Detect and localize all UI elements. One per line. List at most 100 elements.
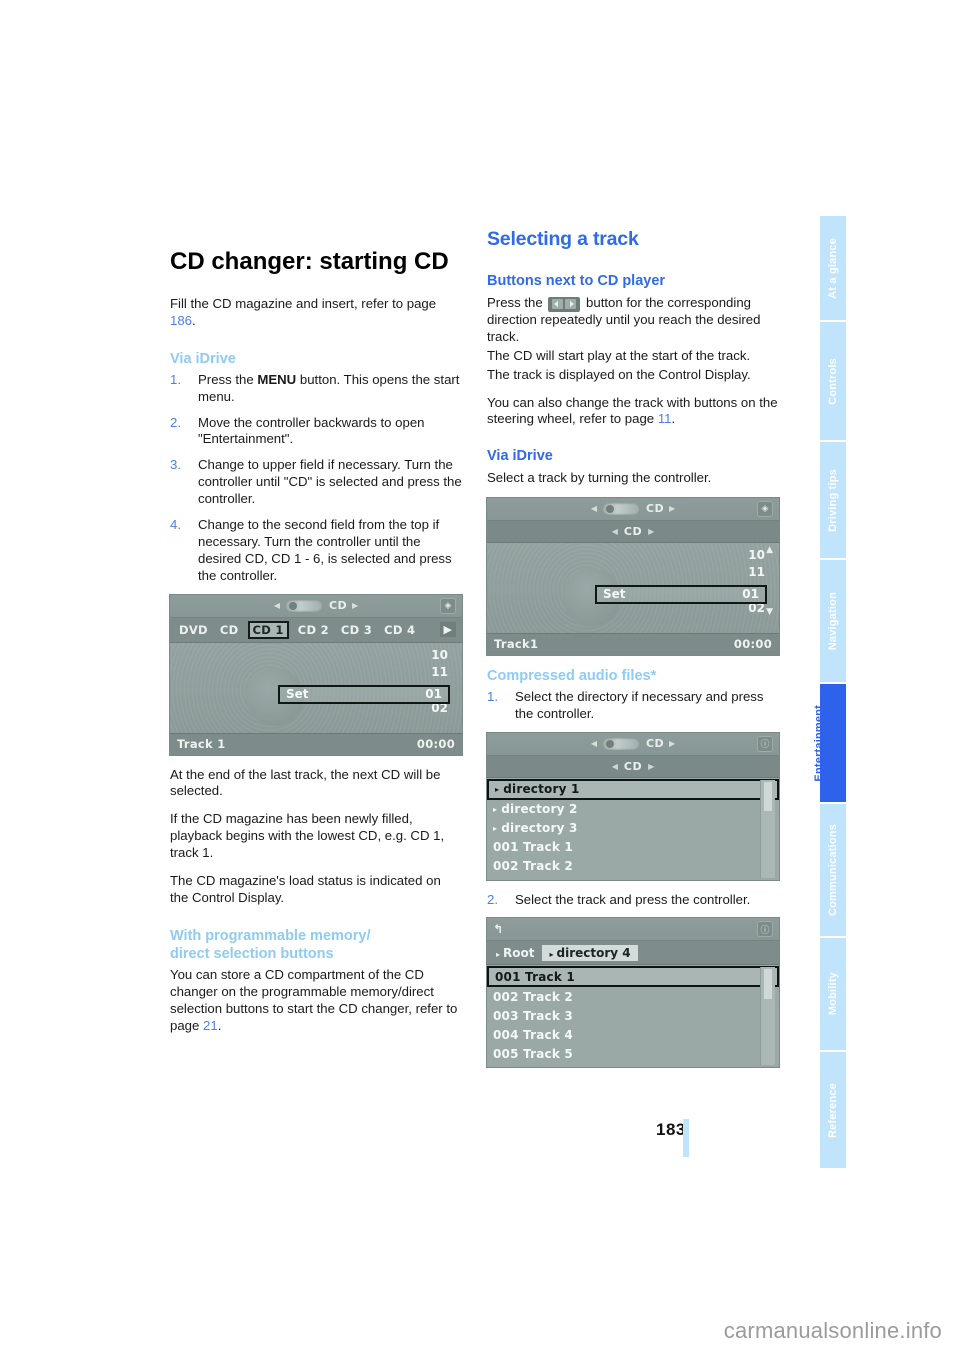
track-number: 11	[431, 664, 448, 679]
paragraph-track-displayed: The track is displayed on the Control Di…	[487, 366, 751, 382]
step-text: Select the track and press the controlle…	[515, 891, 751, 907]
track-number-list: 10 11 02	[431, 647, 448, 718]
compass-icon: ◈	[440, 597, 456, 614]
scroll-down-caret-icon: ▼	[766, 606, 773, 617]
list-item-label: 002 Track 2	[493, 989, 573, 1004]
idrive-status-bar: ◀ CD ▶ ◈	[170, 594, 462, 618]
strip-label: CD	[623, 524, 643, 538]
info-compass-icon: ⓘ	[757, 921, 773, 938]
heading-cd-changer-starting-cd: CD changer: starting CD	[170, 247, 449, 275]
idrive-status-bar: ◀ CD ▶ ◈	[487, 497, 779, 521]
sidebar-item-communications[interactable]: Communications	[820, 804, 846, 936]
left-arrow-icon: ◀	[273, 601, 280, 611]
sidebar-item-mobility[interactable]: Mobility	[820, 938, 846, 1050]
idrive-screenshot-cd-list: ◀ CD ▶ ◈ DVD CD CD 1 CD 2 CD 3 CD 4 ▶ 10…	[170, 594, 462, 755]
sidebar-item-controls[interactable]: Controls	[820, 322, 846, 440]
right-arrow-icon: ▶	[648, 526, 655, 536]
step-number: 3.	[170, 457, 181, 473]
sidebar-item-label: Driving tips	[826, 468, 839, 532]
fill-magazine-text-a: Fill the CD magazine and insert, refer t…	[170, 295, 437, 311]
heading-compressed-audio-files: Compressed audio files*	[487, 667, 657, 684]
step-item: 4. Change to the second field from the to…	[170, 517, 462, 585]
page-ref-186[interactable]: 186	[170, 313, 192, 328]
more-tabs-arrow-icon[interactable]: ▶	[439, 622, 456, 638]
list-item-label: 001 Track 1	[493, 840, 573, 855]
idrive-source-tabs: DVD CD CD 1 CD 2 CD 3 CD 4 ▶	[170, 617, 462, 643]
sidebar-item-entertainment[interactable]: Entertainment	[813, 684, 846, 802]
idrive-footer-bar: Track 1 00:00	[170, 732, 462, 755]
back-arrow-icon[interactable]: ↰	[493, 922, 503, 936]
sidebar-item-navigation[interactable]: Navigation	[820, 560, 846, 682]
breadcrumb-directory-4[interactable]: ▸ directory 4	[542, 944, 638, 961]
list-item[interactable]: ▸ directory 3	[487, 819, 779, 838]
list-item[interactable]: 003 Track 3	[487, 1006, 779, 1025]
sidebar-item-driving-tips[interactable]: Driving tips	[820, 442, 846, 558]
sidebar-item-reference[interactable]: Reference	[820, 1052, 846, 1168]
chevron-right-icon: ▸	[493, 823, 498, 833]
paragraph-last-track: At the end of the last track, the next C…	[170, 766, 441, 799]
cd-knob-icon	[601, 737, 640, 750]
info-compass-icon: ⓘ	[757, 735, 773, 752]
fill-magazine-text-b: .	[192, 312, 196, 328]
track-number-list: 10 11 02	[748, 547, 765, 618]
tab-cd-3[interactable]: CD 3	[338, 622, 375, 638]
step-text: Move the controller backwards to open "E…	[198, 414, 425, 447]
step-number: 2.	[170, 414, 181, 430]
strip-label: CD	[623, 759, 643, 773]
breadcrumb-root[interactable]: ▸ Root	[493, 945, 537, 961]
list-item[interactable]: 004 Track 4	[487, 1025, 779, 1044]
tab-dvd[interactable]: DVD	[176, 622, 211, 638]
cd-knob-icon	[601, 502, 640, 515]
list-item-label: directory 1	[503, 782, 580, 797]
step-item: 2. Move the controller backwards to open …	[170, 415, 462, 449]
list-item-label: 003 Track 3	[493, 1008, 573, 1023]
heading-buttons-next-to-cd-player: Buttons next to CD player	[487, 273, 666, 290]
left-arrow-icon: ◀	[611, 526, 618, 536]
steering-text-a: You can also change the track with butto…	[487, 394, 778, 427]
paragraph-load-status: The CD magazine's load status is indicat…	[170, 872, 441, 905]
sidebar-item-at-a-glance[interactable]: At a glance	[820, 216, 846, 320]
list-item[interactable]: 002 Track 2	[487, 857, 779, 876]
list-item[interactable]: ▸ directory 2	[487, 800, 779, 819]
step-text-a: Press the	[198, 371, 258, 387]
idrive-cd-strip: ◀ CD ▶	[487, 520, 779, 543]
step-item: 3. Change to upper field if necessary. Tu…	[170, 457, 462, 508]
breadcrumb-label: Root	[503, 945, 535, 960]
press-text-a: Press the	[487, 294, 547, 310]
step-item: 1. Select the directory if necessary and …	[487, 689, 779, 723]
tab-cd-2[interactable]: CD 2	[295, 622, 332, 638]
heading-programmable-memory: With programmable memory/ direct selecti…	[170, 927, 371, 962]
chevron-right-icon: ▸	[493, 804, 498, 814]
scrollbar[interactable]	[760, 967, 775, 1066]
list-item[interactable]: 002 Track 2	[487, 987, 779, 1006]
list-item-label: 001 Track 1	[495, 969, 575, 984]
idrive-top-label: CD	[645, 502, 664, 516]
footer-time-label: 00:00	[733, 637, 772, 652]
selected-track-row[interactable]: Set 01	[278, 684, 450, 704]
left-arrow-icon: ◀	[590, 504, 597, 514]
selected-track-row[interactable]: Set 01	[595, 584, 767, 604]
compass-icon: ◈	[757, 500, 773, 517]
tab-cd-1-selected[interactable]: CD 1	[247, 620, 289, 639]
scrollbar[interactable]	[760, 779, 775, 878]
paragraph-memory-buttons: You can store a CD compartment of the CD…	[170, 967, 462, 1035]
breadcrumb: ▸ Root ▸ directory 4	[487, 941, 779, 966]
paragraph-select-track-turning: Select a track by turning the controller…	[487, 469, 712, 485]
list-item[interactable]: ▸ directory 1	[487, 778, 779, 800]
step-number: 1.	[487, 688, 498, 704]
page-ref-21[interactable]: 21	[203, 1018, 218, 1033]
tab-cd-4[interactable]: CD 4	[381, 622, 418, 638]
right-arrow-icon: ▶	[352, 601, 359, 611]
step-text: Change to the second field from the top …	[198, 516, 452, 583]
list-item[interactable]: 005 Track 5	[487, 1044, 779, 1063]
page-ref-11[interactable]: 11	[658, 411, 672, 426]
list-item[interactable]: 001 Track 1	[487, 966, 779, 988]
right-text-column: Selecting a track Buttons next to CD pla…	[487, 228, 779, 1079]
footer-track-label: Track1	[494, 637, 539, 652]
step-bold-menu: MENU	[257, 371, 297, 387]
section-navigation-tabs: At a glance Controls Driving tips Naviga…	[813, 216, 846, 1170]
step-number: 2.	[487, 891, 498, 907]
paragraph-fill-magazine: Fill the CD magazine and insert, refer t…	[170, 296, 462, 330]
list-item[interactable]: 001 Track 1	[487, 838, 779, 857]
tab-cd[interactable]: CD	[217, 622, 242, 638]
